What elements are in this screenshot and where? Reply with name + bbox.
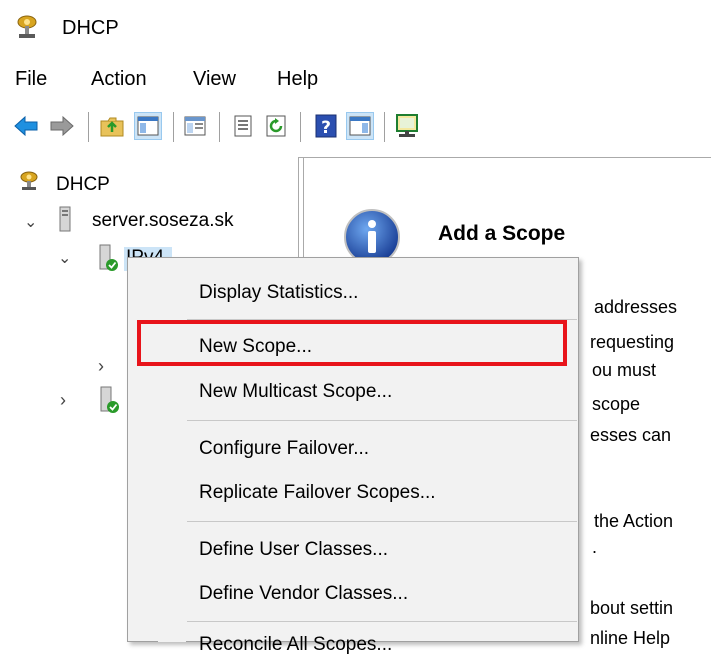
show-hide-console-tree-button[interactable] (134, 112, 162, 140)
toolbar-separator (300, 112, 301, 142)
export-list-icon[interactable] (229, 112, 257, 140)
show-console-tree-icon[interactable] (181, 112, 209, 140)
show-hide-action-pane-button[interactable] (346, 112, 374, 140)
menu-file[interactable]: File (15, 68, 47, 91)
content-heading: Add a Scope (438, 222, 566, 245)
console-tree-icon (137, 116, 159, 136)
ipv4-server-icon (99, 244, 118, 271)
menu-separator (187, 420, 577, 421)
menu-item-replicate-failover-scopes[interactable]: Replicate Failover Scopes... (199, 482, 436, 504)
chevron-right-icon[interactable]: › (98, 356, 104, 377)
svg-text:?: ? (321, 118, 331, 138)
tree-item-server[interactable]: server.soseza.sk (92, 210, 234, 232)
menu-item-display-statistics[interactable]: Display Statistics... (199, 282, 358, 304)
content-text: nline Help (590, 628, 671, 648)
content-text: requesting (590, 332, 675, 352)
action-pane-icon (349, 116, 371, 136)
window-title: DHCP (62, 17, 119, 39)
toolbar-separator (88, 112, 89, 142)
menu-item-new-multicast-scope[interactable]: New Multicast Scope... (199, 381, 392, 403)
chevron-down-icon[interactable]: ⌄ (24, 212, 37, 232)
menu-item-reconcile-all-scopes[interactable]: Reconcile All Scopes... (199, 634, 392, 656)
context-menu-gutter (158, 258, 186, 642)
content-text: addresses (594, 297, 678, 317)
content-text: esses can (590, 425, 672, 445)
server-icon (59, 206, 71, 232)
toolbar-separator (219, 112, 220, 142)
content-text: scope (592, 394, 641, 414)
help-icon[interactable]: ? (312, 112, 340, 140)
forward-arrow-icon[interactable] (48, 112, 76, 140)
menu-separator (187, 621, 577, 622)
back-arrow-icon[interactable] (12, 112, 40, 140)
dhcp-tree-icon (20, 171, 38, 190)
annotation-highlight-box (137, 320, 567, 366)
ipv6-server-icon (100, 386, 119, 413)
menu-item-configure-failover[interactable]: Configure Failover... (199, 438, 369, 460)
chevron-right-icon[interactable]: › (60, 390, 66, 411)
toolbar-separator (173, 112, 174, 142)
menu-view[interactable]: View (193, 68, 236, 91)
up-folder-icon[interactable] (98, 112, 126, 140)
dhcp-app-icon (17, 15, 37, 38)
menu-help[interactable]: Help (277, 68, 318, 91)
content-text: ou must (592, 360, 657, 380)
menu-action[interactable]: Action (91, 68, 147, 91)
tree-item-dhcp[interactable]: DHCP (56, 174, 110, 196)
toolbar-separator (384, 112, 385, 142)
content-text: . (592, 537, 598, 557)
menu-separator (187, 521, 577, 522)
content-text: bout settin (590, 598, 674, 618)
refresh-icon[interactable] (262, 112, 290, 140)
menu-item-define-vendor-classes[interactable]: Define Vendor Classes... (199, 583, 408, 605)
monitor-icon[interactable] (393, 112, 421, 140)
content-text: the Action (594, 511, 674, 531)
chevron-down-icon[interactable]: ⌄ (58, 248, 71, 268)
menu-item-define-user-classes[interactable]: Define User Classes... (199, 539, 388, 561)
